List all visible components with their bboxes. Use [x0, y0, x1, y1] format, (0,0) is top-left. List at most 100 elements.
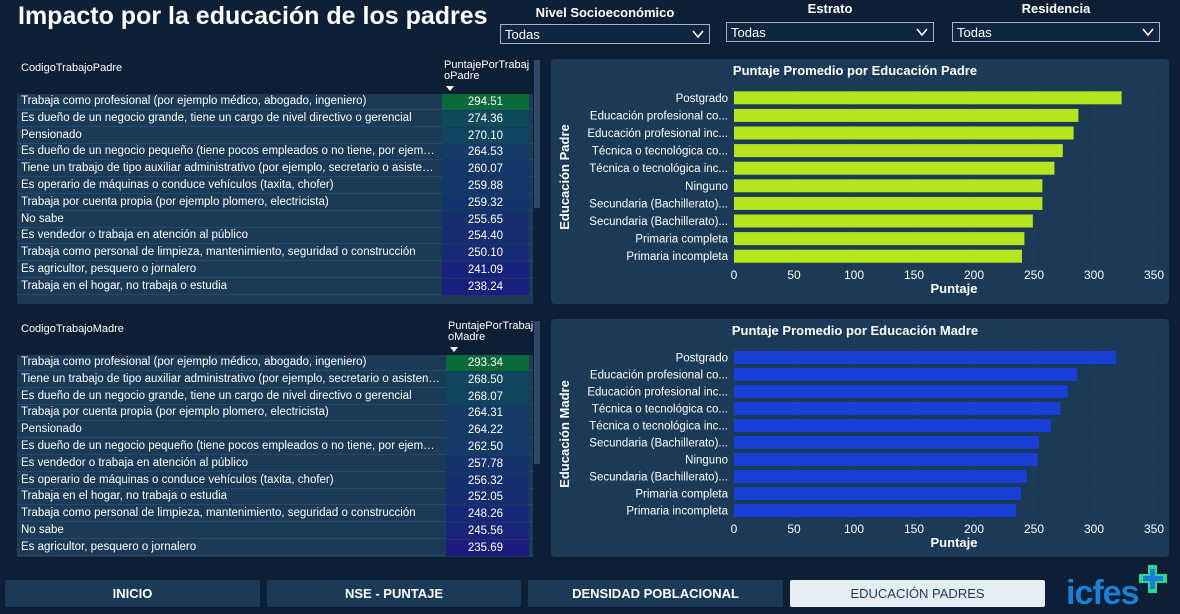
row-value: 264.31: [446, 405, 529, 422]
filter-residencia: Residencia Todas: [952, 1, 1160, 42]
bar[interactable]: [734, 249, 1022, 263]
column-header-puntaje-padre[interactable]: PuntajePorTrabajoPadre: [444, 60, 530, 82]
table-row[interactable]: No sabe 255.65: [17, 211, 533, 228]
table-row[interactable]: Es vendedor o trabaja en atención al púb…: [17, 455, 533, 472]
row-value: 235.69: [446, 539, 529, 556]
row-label: Pensionado: [21, 423, 82, 436]
x-tick-label: 200: [964, 268, 984, 282]
filter-label: Estrato: [807, 1, 853, 16]
bar[interactable]: [734, 487, 1021, 500]
table-scrollbar[interactable]: [533, 58, 541, 304]
bar[interactable]: [734, 108, 1079, 122]
y-category-label: Postgrado: [676, 353, 728, 365]
column-header-codigo-trabajo-padre[interactable]: CodigoTrabajoPadre: [21, 62, 122, 74]
table-row[interactable]: Es agricultor, pesquero o jornalero 235.6…: [17, 539, 533, 556]
table-row[interactable]: Pensionado 270.10: [17, 127, 533, 144]
nav-densidad-poblacional-button[interactable]: DENSIDAD POBLACIONAL: [528, 580, 783, 607]
bar[interactable]: [734, 351, 1116, 364]
bar[interactable]: [734, 126, 1074, 140]
row-label: Es vendedor o trabaja en atención al púb…: [21, 456, 248, 469]
row-label: Es agricultor, pesquero o jornalero: [21, 540, 197, 553]
table-row[interactable]: Es dueño de un negocio pequeño (tiene po…: [17, 144, 533, 161]
table-row[interactable]: Es operario de máquinas o conduce vehícu…: [17, 472, 533, 489]
sort-descending-icon: [446, 86, 454, 91]
table-row[interactable]: Trabaja como personal de limpieza, mante…: [17, 245, 533, 262]
bar[interactable]: [734, 504, 1016, 517]
table-row[interactable]: Tiene un trabajo de tipo auxiliar admini…: [17, 371, 533, 388]
bar[interactable]: [734, 419, 1051, 432]
table-row[interactable]: Es agricultor, pesquero o jornalero 241.0…: [17, 262, 533, 278]
table-row[interactable]: Es dueño de un negocio grande, tiene un …: [17, 388, 533, 405]
y-category-label: Secundaria (Bachillerato)...: [589, 216, 728, 228]
chevron-down-icon: [1142, 28, 1154, 37]
y-axis-label: Educación Padre: [557, 124, 572, 229]
bar[interactable]: [734, 91, 1122, 105]
column-header-codigo-trabajo-madre[interactable]: CodigoTrabajoMadre: [21, 323, 124, 335]
table-row[interactable]: Trabaja como profesional (por ejemplo mé…: [17, 355, 533, 371]
nivel-socioeconomico-dropdown[interactable]: Todas: [500, 24, 710, 44]
table-row[interactable]: Es dueño de un negocio pequeño (tiene po…: [17, 439, 533, 455]
y-category-label: Ninguno: [685, 455, 728, 467]
table-row[interactable]: Es vendedor o trabaja en atención al púb…: [17, 228, 533, 245]
table-row[interactable]: Pensionado 264.22: [17, 422, 533, 439]
bar[interactable]: [734, 161, 1055, 175]
filter-label: Nivel Socioeconómico: [535, 5, 675, 20]
y-category-label: Educación profesional co...: [590, 370, 728, 382]
estrato-dropdown[interactable]: Todas: [726, 22, 934, 42]
bar[interactable]: [734, 470, 1027, 483]
bar[interactable]: [734, 368, 1078, 381]
table-row[interactable]: Es operario de máquinas o conduce vehícu…: [17, 178, 533, 194]
table-row[interactable]: Trabaja en el hogar, no trabaja o estudi…: [17, 278, 533, 295]
bar[interactable]: [734, 232, 1025, 246]
row-value: 238.24: [442, 278, 529, 295]
chevron-down-icon: [692, 30, 704, 39]
row-value: 252.05: [446, 489, 529, 506]
nav-educacion-padres-button[interactable]: EDUCACIÓN PADRES: [790, 580, 1045, 607]
bar[interactable]: [734, 385, 1068, 398]
table-row[interactable]: Trabaja como personal de limpieza, mante…: [17, 506, 533, 523]
page-title: Impacto por la educación de los padres: [18, 2, 488, 30]
y-category-label: Secundaria (Bachillerato)...: [589, 198, 728, 210]
table-row[interactable]: Tiene un trabajo de tipo auxiliar admini…: [17, 161, 533, 178]
bar[interactable]: [734, 453, 1038, 466]
row-value: 268.50: [446, 371, 529, 388]
x-tick-label: 0: [731, 268, 738, 282]
scroll-thumb[interactable]: [534, 60, 540, 208]
residencia-dropdown[interactable]: Todas: [952, 22, 1160, 42]
chart-title: Puntaje Promedio por Educación Madre: [732, 323, 978, 338]
x-axis-label: Puntaje: [931, 535, 978, 550]
father-job-table: CodigoTrabajoPadre PuntajePorTrabajoPadr…: [17, 58, 541, 304]
table-row[interactable]: Trabaja por cuenta propia (por ejemplo p…: [17, 405, 533, 422]
nav-nse-puntaje-button[interactable]: NSE - PUNTAJE: [267, 580, 521, 607]
row-value: 262.50: [446, 439, 529, 455]
y-axis-label: Educación Madre: [557, 380, 572, 488]
table-scrollbar[interactable]: [533, 319, 541, 557]
row-label: Es operario de máquinas o conduce vehícu…: [21, 473, 334, 486]
table-row[interactable]: No sabe 245.56: [17, 523, 533, 539]
filter-label: Residencia: [1021, 1, 1091, 16]
column-header-puntaje-madre[interactable]: PuntajePorTrabajoMadre: [448, 321, 534, 343]
mother-job-table: CodigoTrabajoMadre PuntajePorTrabajoMadr…: [17, 319, 541, 557]
bar[interactable]: [734, 436, 1039, 449]
y-category-label: Educación profesional inc...: [587, 387, 728, 399]
bar[interactable]: [734, 144, 1063, 158]
row-value: 245.56: [446, 523, 529, 539]
nav-inicio-button[interactable]: INICIO: [5, 580, 260, 607]
bar[interactable]: [734, 214, 1033, 228]
y-category-label: Técnica o tecnológica inc...: [589, 163, 728, 175]
bar[interactable]: [734, 402, 1061, 415]
table-row[interactable]: Es dueño de un negocio grande, tiene un …: [17, 110, 533, 127]
bar[interactable]: [734, 196, 1043, 210]
table-row[interactable]: Trabaja como profesional (por ejemplo mé…: [17, 94, 533, 110]
row-label: Tiene un trabajo de tipo auxiliar admini…: [21, 372, 440, 385]
row-label: Trabaja en el hogar, no trabaja o estudi…: [21, 490, 228, 503]
chart-educacion-padre: Puntaje Promedio por Educación Padre 0 50 1…: [551, 59, 1169, 304]
table-row[interactable]: Trabaja en el hogar, no trabaja o estudi…: [17, 489, 533, 506]
bar[interactable]: [734, 179, 1043, 193]
row-label: Trabaja por cuenta propia (por ejemplo p…: [21, 406, 329, 419]
filter-estrato: Estrato Todas: [726, 1, 934, 42]
scroll-thumb[interactable]: [534, 321, 540, 464]
table-row[interactable]: Trabaja por cuenta propia (por ejemplo p…: [17, 194, 533, 211]
row-value: 264.53: [442, 144, 529, 161]
chart-title: Puntaje Promedio por Educación Padre: [733, 63, 977, 78]
